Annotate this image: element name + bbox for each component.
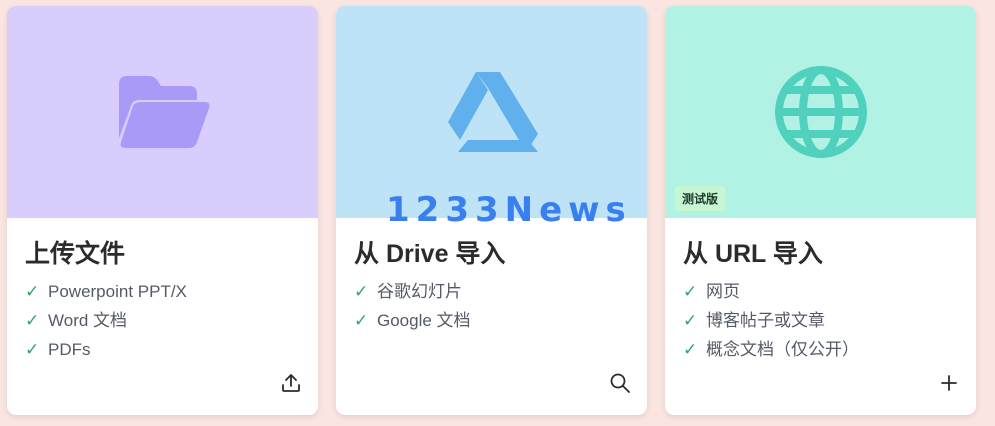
check-icon: ✓ [683, 282, 698, 301]
upload-button[interactable] [278, 370, 304, 396]
check-icon: ✓ [683, 340, 698, 359]
beta-badge: 测试版 [675, 186, 726, 211]
feature-item: ✓ 谷歌幻灯片 [354, 281, 462, 301]
search-button[interactable] [607, 370, 633, 396]
check-icon: ✓ [354, 311, 369, 330]
card-title: 从 Drive 导入 [354, 240, 506, 268]
feature-item: ✓ 网页 [683, 281, 740, 301]
globe-icon [774, 66, 867, 158]
feature-item: ✓ Word 文档 [25, 310, 128, 330]
card-hero [7, 6, 318, 218]
check-icon: ✓ [354, 282, 369, 301]
check-icon: ✓ [25, 282, 40, 301]
search-icon [610, 373, 630, 393]
card-title: 从 URL 导入 [683, 240, 823, 268]
feature-list: ✓ Powerpoint PPT/X ✓ Word 文档 ✓ PDFs [25, 277, 187, 364]
plus-icon [941, 375, 957, 391]
upload-icon [282, 374, 300, 392]
feature-item: ✓ Google 文档 [354, 310, 471, 330]
feature-item: ✓ Powerpoint PPT/X [25, 281, 187, 301]
feature-list: ✓ 谷歌幻灯片 ✓ Google 文档 [354, 277, 471, 335]
folder-icon [118, 76, 209, 148]
upload-file-card[interactable]: 上传文件 ✓ Powerpoint PPT/X ✓ Word 文档 ✓ PDFs [7, 6, 318, 415]
card-title: 上传文件 [25, 240, 126, 268]
feature-item: ✓ 博客帖子或文章 [683, 310, 825, 330]
check-icon: ✓ [25, 311, 40, 330]
feature-list: ✓ 网页 ✓ 博客帖子或文章 ✓ 概念文档（仅公开） [683, 277, 859, 364]
import-from-url-card[interactable]: 测试版 从 URL 导入 ✓ 网页 ✓ 博客帖子或文章 ✓ 概念文档（仅公开） [665, 6, 976, 415]
watermark: 1233News [386, 190, 632, 230]
card-hero [336, 6, 647, 218]
feature-item: ✓ 概念文档（仅公开） [683, 339, 859, 359]
feature-item: ✓ PDFs [25, 339, 91, 359]
check-icon: ✓ [25, 340, 40, 359]
add-url-button[interactable] [936, 370, 962, 396]
check-icon: ✓ [683, 311, 698, 330]
google-drive-icon [447, 72, 538, 152]
